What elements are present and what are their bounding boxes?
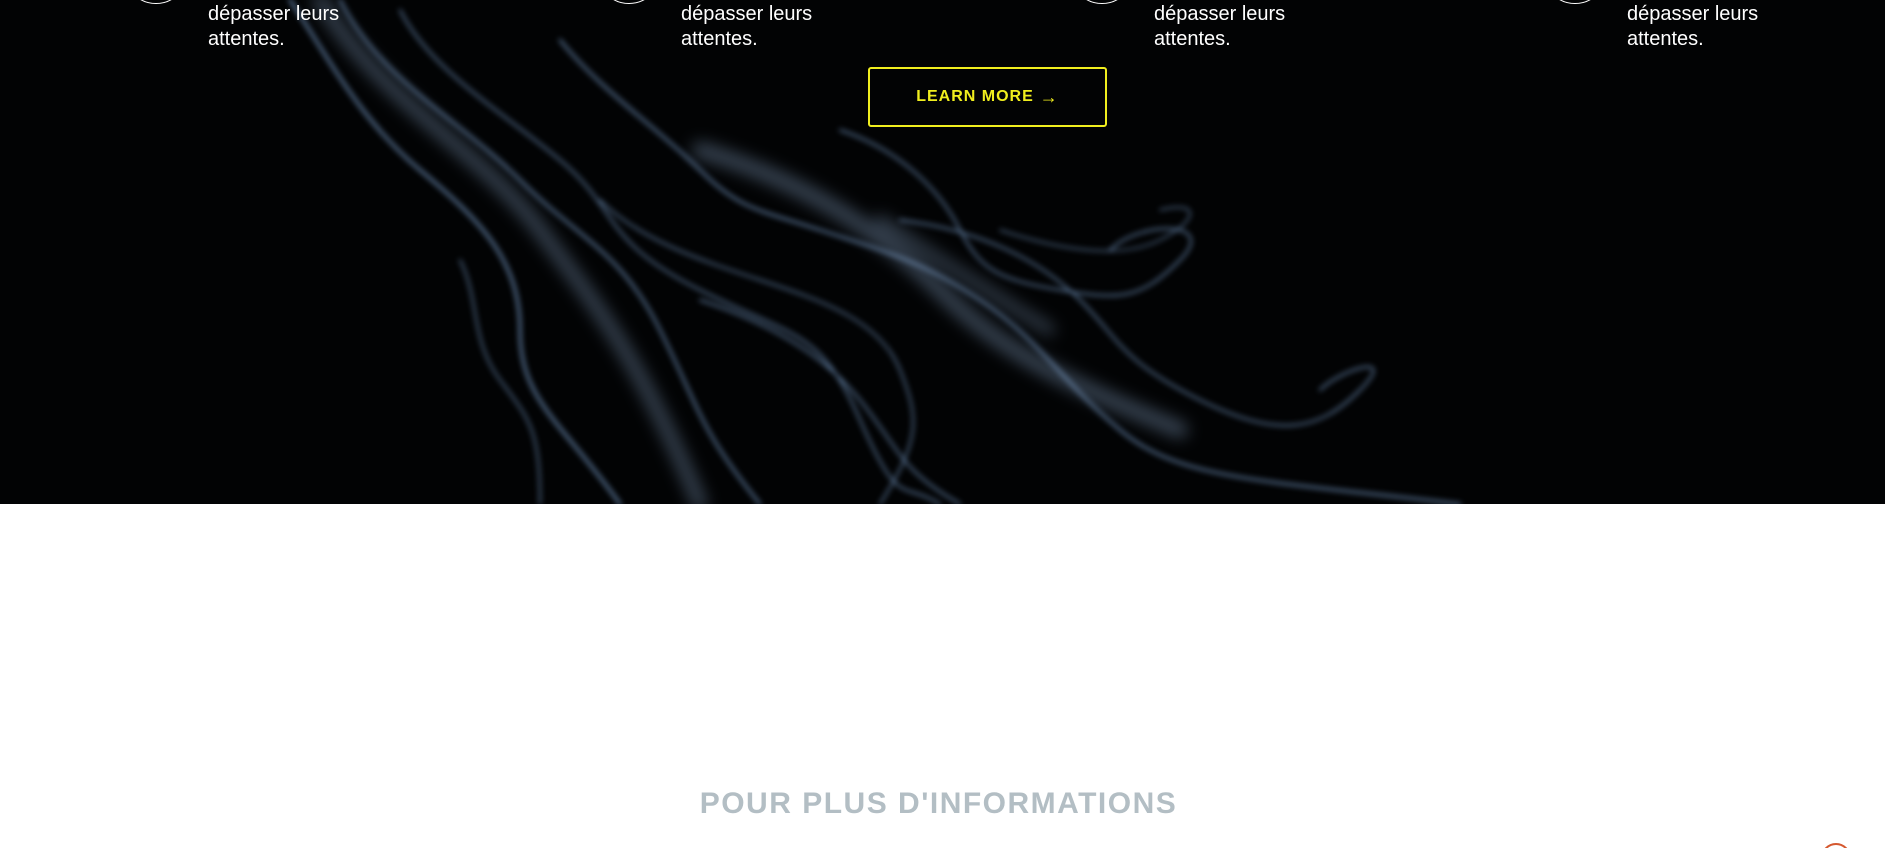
circle-icon	[597, 0, 661, 4]
circle-icon	[1543, 0, 1607, 4]
circle-icon	[124, 0, 188, 4]
chat-badge-icon[interactable]	[1821, 843, 1851, 848]
feature-item-1: dépasser leurs attentes.	[110, 0, 410, 60]
arrow-right-icon: →	[1039, 87, 1059, 107]
feature-text-line2: attentes.	[1154, 28, 1231, 50]
feature-item-2: dépasser leurs attentes.	[583, 0, 883, 60]
info-section-heading: POUR PLUS D'INFORMATIONS	[699, 786, 1178, 820]
feature-text-line1: dépasser leurs	[1627, 3, 1759, 25]
feature-text: dépasser leurs attentes.	[1154, 2, 1334, 52]
feature-text-line2: attentes.	[208, 28, 285, 50]
hero-section: dépasser leurs attentes. dépasser leurs …	[0, 0, 1885, 504]
feature-text-line1: dépasser leurs	[1154, 3, 1286, 25]
feature-text: dépasser leurs attentes.	[1627, 2, 1807, 52]
feature-text-line2: attentes.	[681, 28, 758, 50]
feature-item-4: dépasser leurs attentes.	[1529, 0, 1829, 60]
learn-more-label: LEARN MORE	[916, 88, 1034, 105]
feature-text: dépasser leurs attentes.	[208, 2, 388, 52]
page: dépasser leurs attentes. dépasser leurs …	[0, 0, 1887, 848]
feature-text-line1: dépasser leurs	[208, 3, 340, 25]
learn-more-button[interactable]: LEARN MORE →	[868, 67, 1107, 127]
feature-text: dépasser leurs attentes.	[681, 2, 861, 52]
feature-item-3: dépasser leurs attentes.	[1056, 0, 1356, 60]
feature-text-line1: dépasser leurs	[681, 3, 813, 25]
feature-text-line2: attentes.	[1627, 28, 1704, 50]
circle-icon	[1070, 0, 1134, 4]
